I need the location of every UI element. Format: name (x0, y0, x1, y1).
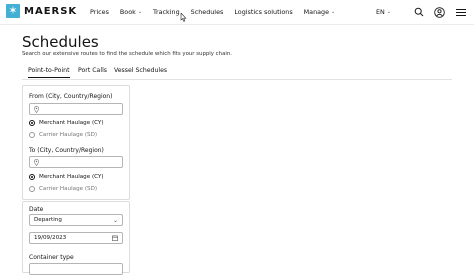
maersk-logo[interactable]: ✶ MAERSK (6, 4, 77, 18)
nav-item-schedules[interactable]: Schedules (191, 8, 224, 16)
nav-item-logistics-solutions[interactable]: Logistics solutions (234, 8, 292, 16)
user-icon[interactable] (434, 6, 445, 18)
date-input[interactable]: 19/09/2023 (29, 232, 123, 244)
tab-port-calls[interactable]: Port Calls (78, 67, 107, 74)
to-location-input[interactable] (29, 156, 123, 168)
menu-icon[interactable] (455, 7, 466, 18)
brand-name: MAERSK (24, 5, 78, 17)
nav-item-book[interactable]: Book ⌄ (120, 8, 142, 16)
nav-item-tracking[interactable]: Tracking (153, 8, 180, 16)
schedule-tabs: Point-to-Point Port Calls Vessel Schedul… (22, 64, 452, 80)
container-type-select[interactable] (29, 263, 123, 275)
page-subtitle: Search our extensive routes to find the … (22, 51, 232, 57)
main-nav: Prices Book ⌄ Tracking Schedules Logistic… (90, 0, 346, 24)
star-icon: ✶ (6, 4, 20, 18)
page-title: Schedules (22, 33, 99, 51)
from-label: From (City, Country/Region) (29, 93, 113, 100)
date-label: Date (29, 206, 44, 213)
to-merchant-haulage-option[interactable]: Merchant Haulage (CY) (29, 174, 104, 180)
to-label: To (City, Country/Region) (29, 147, 104, 154)
location-pin-icon (34, 105, 39, 113)
search-icon[interactable] (413, 7, 424, 18)
date-value: 19/09/2023 (34, 235, 67, 241)
date-mode-value: Departing (34, 217, 62, 223)
header-tools: EN ⌄ (376, 0, 466, 24)
to-carrier-haulage-option[interactable]: Carrier Haulage (SD) (29, 186, 97, 192)
radio-unselected[interactable] (29, 186, 35, 192)
location-pin-icon (34, 158, 39, 166)
calendar-icon[interactable] (112, 235, 118, 243)
radio-unselected[interactable] (29, 132, 35, 138)
chevron-down-icon: ⌄ (331, 9, 336, 15)
from-carrier-haulage-option[interactable]: Carrier Haulage (SD) (29, 132, 97, 138)
from-merchant-haulage-option[interactable]: Merchant Haulage (CY) (29, 120, 104, 126)
radio-selected[interactable] (29, 174, 35, 180)
top-navigation-bar: ✶ MAERSK Prices Book ⌄ Tracking Schedules… (0, 0, 474, 25)
nav-item-prices[interactable]: Prices (90, 8, 109, 16)
chevron-down-icon: ⌄ (112, 217, 118, 224)
tab-point-to-point[interactable]: Point-to-Point (28, 67, 70, 78)
language-selector[interactable]: EN ⌄ (376, 8, 391, 16)
nav-item-manage[interactable]: Manage ⌄ (304, 8, 336, 16)
route-search-form: From (City, Country/Region) Merchant Hau… (22, 85, 130, 200)
chevron-down-icon: ⌄ (137, 9, 143, 15)
chevron-down-icon: ⌄ (386, 9, 391, 15)
container-type-label: Container type (29, 254, 74, 261)
mouse-pointer-icon (180, 12, 187, 24)
date-container-form: Date Departing ⌄ 19/09/2023 Container ty… (22, 201, 130, 275)
date-mode-select[interactable]: Departing ⌄ (29, 214, 123, 226)
radio-selected[interactable] (29, 120, 35, 126)
tab-vessel-schedules[interactable]: Vessel Schedules (114, 67, 167, 74)
from-location-input[interactable] (29, 103, 123, 115)
